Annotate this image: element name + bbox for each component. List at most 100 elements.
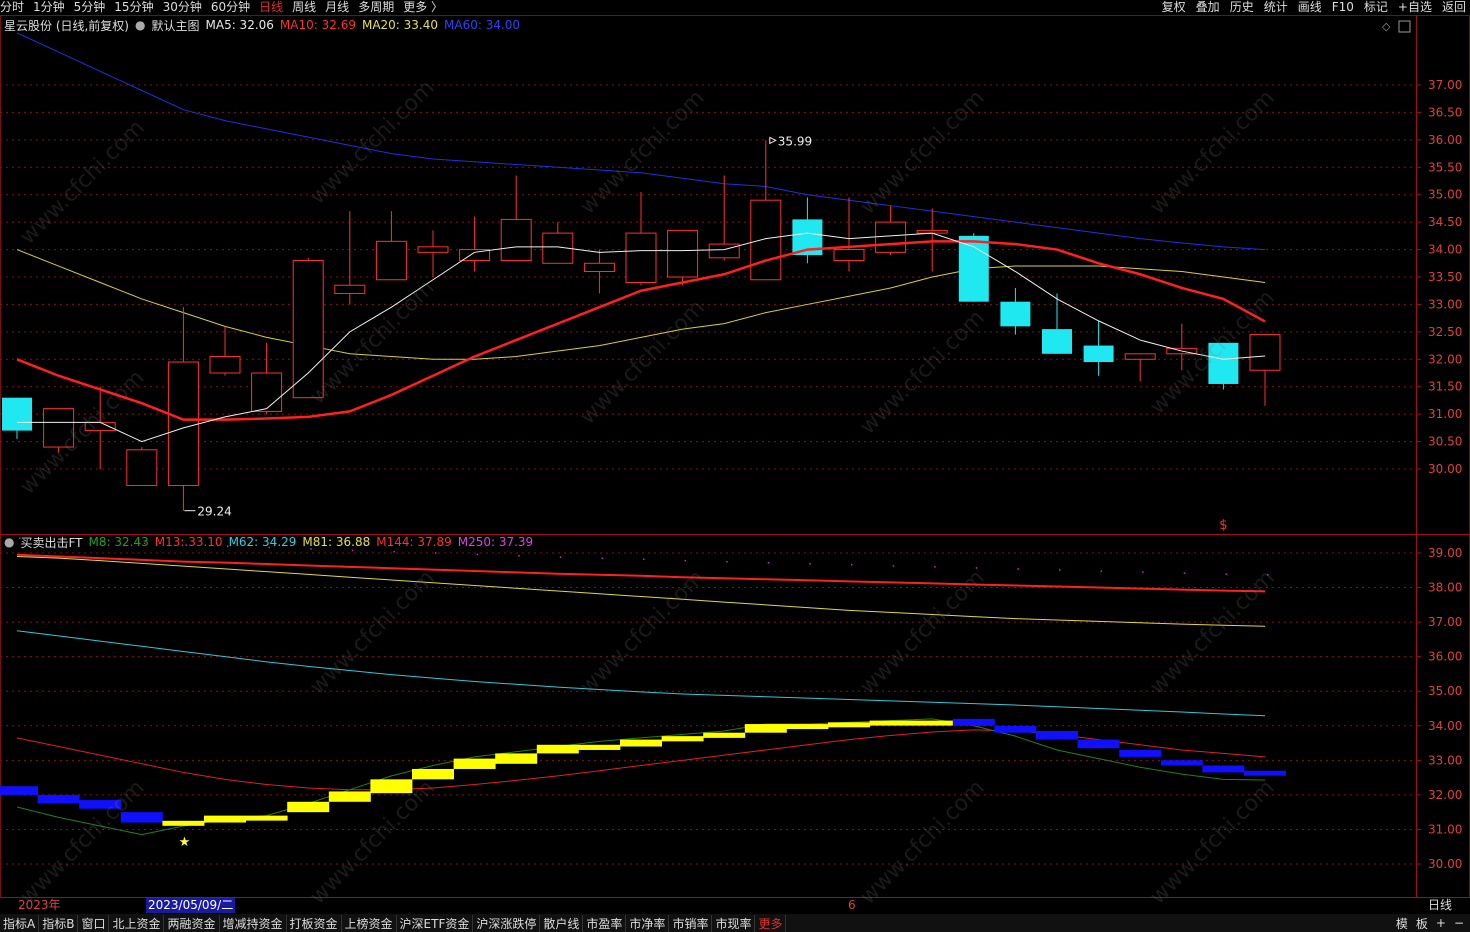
candle-body bbox=[2, 397, 32, 431]
m250-dot bbox=[435, 552, 437, 554]
year-label: 2023年 bbox=[18, 898, 61, 912]
main-tick-label: 36.50 bbox=[1428, 105, 1462, 119]
date-axis: 2023年 2023/05/09/二 6 bbox=[0, 898, 1416, 913]
bottom-control-3[interactable]: − bbox=[1454, 916, 1464, 930]
sub-tick-label: 35.00 bbox=[1428, 684, 1462, 698]
m250-dot bbox=[1225, 573, 1227, 575]
sub-tick-label: 37.00 bbox=[1428, 615, 1462, 629]
candle-body bbox=[209, 356, 241, 374]
m250-dot bbox=[518, 555, 520, 557]
bottom-control-2[interactable]: + bbox=[1436, 916, 1446, 930]
bottom-tab-13[interactable]: 市销率 bbox=[669, 914, 713, 932]
bottom-tab-14[interactable]: 市现率 bbox=[712, 914, 756, 932]
m250-dot bbox=[310, 548, 312, 550]
bottom-tab-12[interactable]: 市净率 bbox=[626, 914, 670, 932]
bottom-tab-6[interactable]: 打板资金 bbox=[287, 914, 342, 932]
candle-body bbox=[334, 284, 366, 294]
candle-body bbox=[958, 235, 989, 302]
signal-marker: $ bbox=[1219, 518, 1227, 533]
candle-body bbox=[583, 262, 615, 273]
m250-dot bbox=[726, 560, 728, 563]
window-icon bbox=[1398, 20, 1411, 33]
sub-tick-label: 34.00 bbox=[1428, 719, 1462, 733]
bottom-control-1[interactable]: 板 bbox=[1416, 915, 1428, 932]
low-price-label: 29.24 bbox=[197, 505, 231, 519]
signal-bar bbox=[1202, 765, 1245, 773]
bottom-tab-15[interactable]: 更多 bbox=[755, 914, 787, 932]
bottom-tab-1[interactable]: 指标B bbox=[39, 914, 79, 932]
bottom-tab-10[interactable]: 散户线 bbox=[540, 914, 584, 932]
bottom-tab-7[interactable]: 上榜资金 bbox=[342, 914, 397, 932]
bottom-control-0[interactable]: 模 bbox=[1396, 915, 1408, 932]
signal-bar bbox=[911, 720, 954, 726]
sub-tick-label: 33.00 bbox=[1428, 753, 1462, 767]
candle-body bbox=[251, 372, 283, 412]
cursor-date-label: 2023/05/09/二 bbox=[146, 898, 236, 913]
signal-bar bbox=[1160, 760, 1203, 766]
main-tick-label: 37.00 bbox=[1428, 78, 1462, 92]
candle-body bbox=[708, 243, 740, 259]
m250-dot bbox=[351, 549, 354, 552]
signal-bar bbox=[453, 758, 496, 769]
candle-body bbox=[375, 240, 407, 281]
candle-body bbox=[667, 229, 699, 278]
m250-dot bbox=[643, 558, 645, 561]
candle-body bbox=[126, 449, 158, 486]
main-tick-label: 30.00 bbox=[1428, 462, 1462, 476]
m250-dot bbox=[1059, 569, 1061, 571]
star-marker: ★ bbox=[179, 835, 191, 850]
bottom-tab-2[interactable]: 窗口 bbox=[78, 914, 110, 932]
main-tick-label: 35.50 bbox=[1428, 160, 1462, 174]
main-tick-label: 33.50 bbox=[1428, 270, 1462, 284]
m250-dot bbox=[1017, 568, 1019, 570]
diamond-icon: ◇ bbox=[1382, 20, 1391, 33]
signal-bar bbox=[328, 791, 371, 802]
candle-body bbox=[1083, 345, 1114, 363]
bottom-tab-5[interactable]: 增减持资金 bbox=[220, 914, 287, 932]
signal-bar bbox=[1036, 730, 1078, 740]
bottom-tab-bar: 指标A 指标B 窗口 北上资金 两融资金 增减持资金 打板资金 上榜资金 沪深ETF资金 沪深涨跌… bbox=[0, 914, 1470, 932]
signal-bar bbox=[661, 736, 704, 742]
m250-dot bbox=[684, 559, 687, 562]
candle-body bbox=[1249, 334, 1281, 371]
signal-bar bbox=[952, 718, 995, 726]
m250-dot bbox=[102, 540, 104, 543]
signal-bar bbox=[37, 794, 80, 804]
high-price-label: 35.99 bbox=[778, 134, 812, 148]
sub-tick-label: 32.00 bbox=[1428, 788, 1462, 802]
bottom-tab-9[interactable]: 沪深涨跌停 bbox=[473, 914, 541, 932]
candle-body bbox=[417, 246, 449, 253]
m250-dot bbox=[19, 537, 21, 539]
candle-body bbox=[1124, 353, 1156, 360]
candle-body bbox=[1000, 301, 1031, 327]
sub-tick-label: 38.00 bbox=[1428, 581, 1462, 595]
signal-bar bbox=[1119, 749, 1162, 757]
high-arrow bbox=[769, 136, 777, 145]
bottom-tab-3[interactable]: 北上资金 bbox=[109, 914, 165, 932]
bottom-tab-8[interactable]: 沪深ETF资金 bbox=[397, 914, 474, 932]
bottom-tab-11[interactable]: 市盈率 bbox=[583, 914, 627, 932]
signal-bar bbox=[744, 724, 787, 733]
m250-dot bbox=[1100, 570, 1103, 572]
m250-dot bbox=[185, 544, 187, 546]
m250-dot bbox=[809, 563, 811, 565]
signal-bar bbox=[828, 722, 870, 728]
candle-body bbox=[625, 232, 657, 283]
candle-body bbox=[833, 249, 865, 262]
main-tick-label: 34.00 bbox=[1428, 243, 1462, 257]
signal-bar bbox=[495, 753, 538, 764]
main-tick-label: 34.50 bbox=[1428, 215, 1462, 229]
signal-bar bbox=[1077, 739, 1120, 749]
bottom-tab-4[interactable]: 两融资金 bbox=[164, 914, 220, 932]
m250-dot bbox=[476, 553, 479, 556]
m250-dot bbox=[601, 557, 603, 559]
signal-bar bbox=[536, 744, 579, 754]
main-tick-label: 31.50 bbox=[1428, 380, 1462, 394]
main-tick-label: 36.00 bbox=[1428, 133, 1462, 147]
m250-dot bbox=[559, 556, 562, 558]
main-tick-label: 33.00 bbox=[1428, 297, 1462, 311]
m250-dot bbox=[892, 565, 895, 567]
signal-bar bbox=[786, 724, 829, 730]
bottom-tab-0[interactable]: 指标A bbox=[0, 914, 40, 932]
signal-bar bbox=[1244, 770, 1286, 776]
